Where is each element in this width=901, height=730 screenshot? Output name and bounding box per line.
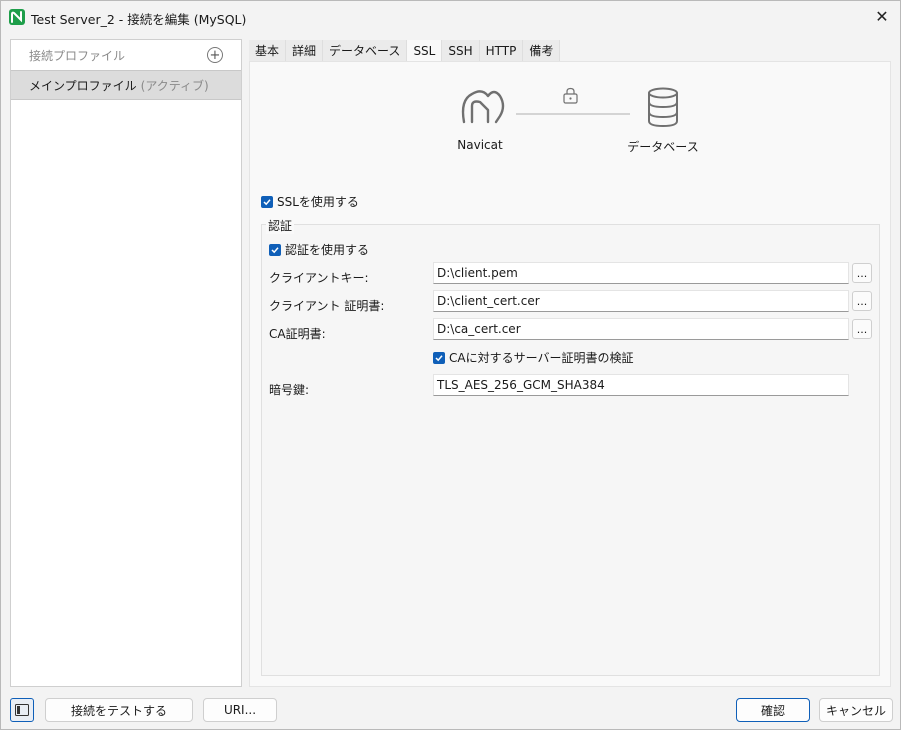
client-key-browse-button[interactable]: ...: [852, 263, 872, 283]
cipher-label: 暗号鍵:: [269, 383, 310, 397]
use-auth-label: 認証を使用する: [285, 243, 370, 257]
use-ssl-checkbox[interactable]: SSLを使用する: [261, 193, 359, 210]
profile-active-tag: (アクティブ): [140, 78, 209, 93]
navicat-app-icon: [9, 9, 25, 25]
verify-ca-checkbox[interactable]: CAに対するサーバー証明書の検証: [433, 349, 633, 366]
plus-icon: +: [209, 47, 221, 63]
test-connection-button[interactable]: 接続をテストする: [45, 698, 193, 722]
client-key-label: クライアントキー:: [269, 271, 369, 285]
profile-header-label: 接続プロファイル: [29, 48, 126, 63]
navicat-logo-icon: [461, 90, 505, 124]
database-icon: [648, 87, 678, 128]
database-label: データベース: [627, 140, 699, 154]
close-button[interactable]: ✕: [870, 5, 894, 27]
ok-button[interactable]: 確認: [736, 698, 810, 722]
tab-ssl[interactable]: SSL: [407, 40, 443, 61]
tab-general[interactable]: 基本: [249, 40, 287, 61]
tab-ssh[interactable]: SSH: [442, 40, 480, 61]
tab-advanced[interactable]: 詳細: [286, 40, 324, 61]
checkbox-checked-icon: [261, 195, 273, 208]
add-profile-button[interactable]: +: [207, 47, 223, 63]
ca-cert-label: CA証明書:: [269, 327, 326, 341]
verify-ca-label: CAに対するサーバー証明書の検証: [449, 351, 634, 365]
auth-group: 認証 認証を使用する クライアントキー: D:\client.pem ... ク…: [261, 217, 880, 676]
client-cert-field[interactable]: D:\client_cert.cer: [433, 290, 849, 312]
profile-item-main[interactable]: メインプロファイル (アクティブ): [11, 70, 241, 100]
tab-databases[interactable]: データベース: [323, 40, 408, 61]
sidebar-panel-icon: [15, 704, 29, 716]
tab-bar: 基本 詳細 データベース SSL SSH HTTP 備考: [249, 40, 561, 61]
uri-button[interactable]: URI...: [203, 698, 277, 722]
client-cert-label: クライアント 証明書:: [269, 299, 385, 313]
profile-header: 接続プロファイル +: [11, 40, 241, 70]
lock-icon: [563, 87, 578, 104]
checkbox-checked-icon: [269, 243, 281, 256]
window-title: Test Server_2 - 接続を編集 (MySQL): [31, 12, 247, 27]
cipher-field[interactable]: TLS_AES_256_GCM_SHA384: [433, 374, 849, 396]
use-auth-checkbox[interactable]: 認証を使用する: [269, 241, 369, 258]
tab-http[interactable]: HTTP: [479, 40, 524, 61]
close-icon: ✕: [875, 6, 889, 26]
auth-group-title: 認証: [266, 217, 295, 234]
cancel-button[interactable]: キャンセル: [819, 698, 893, 722]
client-key-field[interactable]: D:\client.pem: [433, 262, 849, 284]
checkbox-checked-icon: [433, 351, 445, 364]
tab-notes[interactable]: 備考: [523, 40, 561, 61]
profile-item-label: メインプロファイル: [29, 78, 137, 93]
use-ssl-label: SSLを使用する: [277, 195, 359, 209]
ca-cert-browse-button[interactable]: ...: [852, 319, 872, 339]
toggle-sidebar-button[interactable]: [10, 698, 34, 722]
dialog-window: Test Server_2 - 接続を編集 (MySQL) ✕ 接続プロファイル…: [0, 0, 901, 730]
ca-cert-field[interactable]: D:\ca_cert.cer: [433, 318, 849, 340]
connection-diagram: Navicat データベース: [250, 62, 892, 182]
navicat-label: Navicat: [457, 138, 503, 152]
client-cert-browse-button[interactable]: ...: [852, 291, 872, 311]
profile-panel: 接続プロファイル + メインプロファイル (アクティブ): [10, 39, 242, 687]
ssl-tab-content: Navicat データベース SSLを使用する 認証 認証を使用する クライアン…: [249, 61, 891, 687]
title-bar: Test Server_2 - 接続を編集 (MySQL) ✕: [1, 1, 900, 33]
